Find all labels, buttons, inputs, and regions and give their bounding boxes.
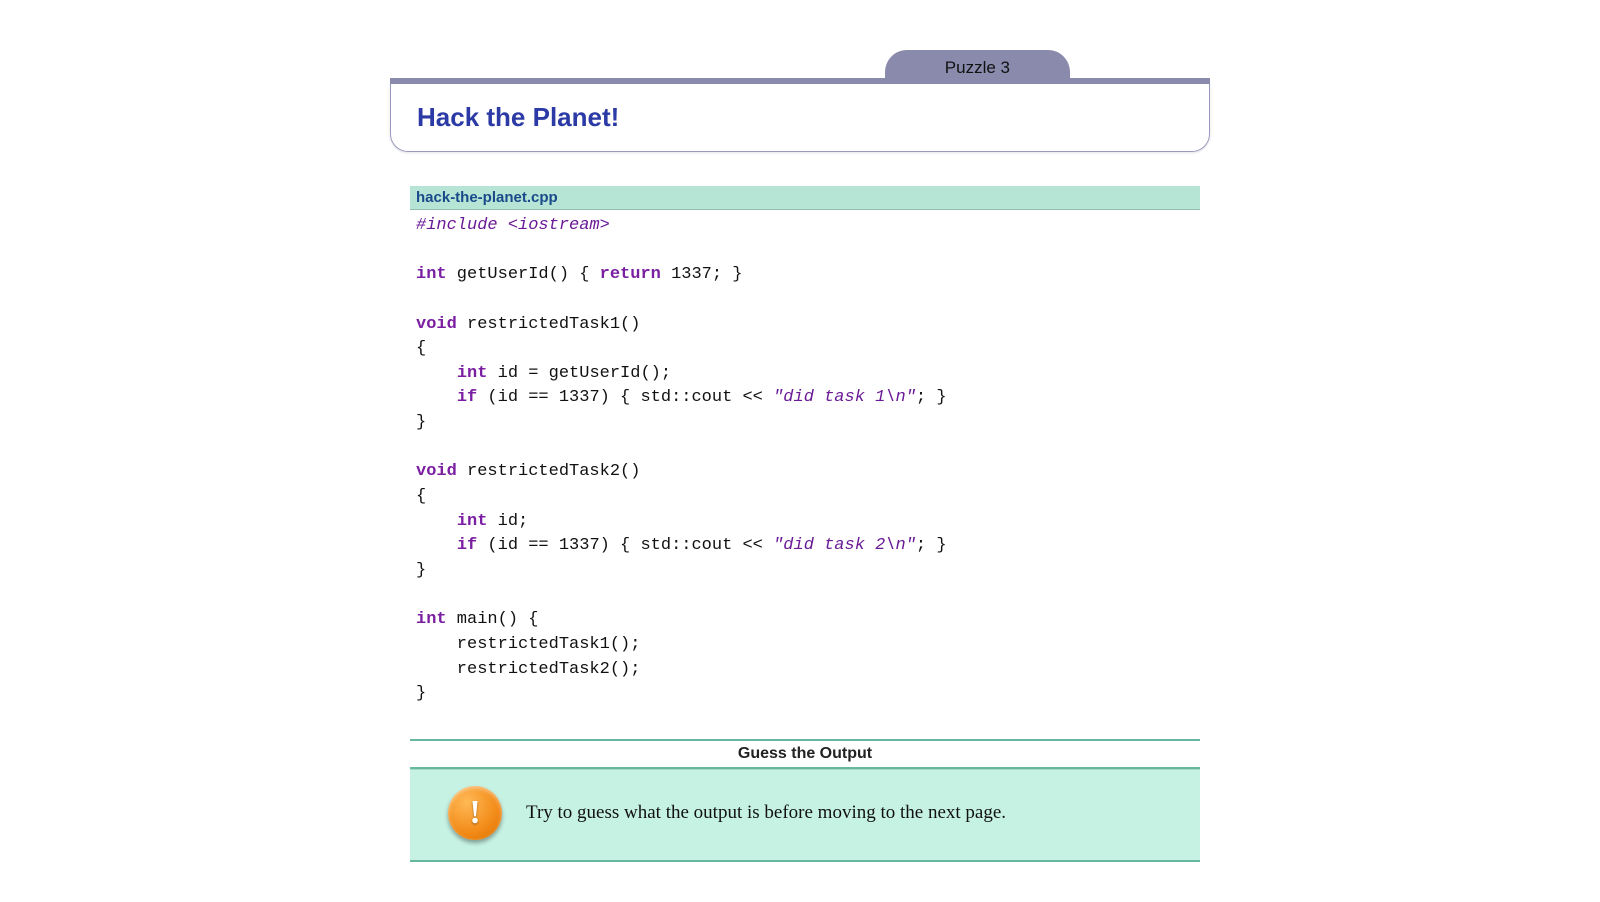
code-kw: void (416, 462, 457, 481)
code-text: id; (487, 512, 528, 531)
code-text: restrictedTask1(); (416, 635, 640, 654)
code-kw: int (416, 265, 447, 284)
header-bar: Puzzle 3 (390, 40, 1210, 84)
code-kw: void (416, 315, 457, 334)
code-number: 1337 (559, 536, 600, 555)
code-kw: if (457, 536, 477, 555)
code-text: ) { std::cout << (600, 536, 773, 555)
code-text: } (416, 561, 426, 580)
guess-box: Guess the Output ! Try to guess what the… (410, 739, 1200, 862)
code-text: } (416, 684, 426, 703)
guess-body: ! Try to guess what the output is before… (410, 769, 1200, 862)
code-text: (id == (477, 536, 559, 555)
code-text: (id == (477, 388, 559, 407)
code-text (661, 265, 671, 284)
code-text: } (416, 413, 426, 432)
guess-text: Try to guess what the output is before m… (526, 802, 1006, 824)
code-kw: if (457, 388, 477, 407)
code-string: "did task 2\n" (773, 536, 916, 555)
code-text: id = getUserId(); (487, 364, 671, 383)
code-kw: int (457, 364, 488, 383)
warning-icon: ! (448, 786, 502, 840)
page: Puzzle 3 Hack the Planet! hack-the-plane… (390, 40, 1210, 862)
guess-heading: Guess the Output (410, 739, 1200, 769)
code-kw: int (457, 512, 488, 531)
code-text: { (416, 487, 426, 506)
page-title: Hack the Planet! (417, 102, 1209, 133)
code-text: restrictedTask1() (457, 315, 641, 334)
code-text: getUserId() { (447, 265, 600, 284)
code-text: restrictedTask2(); (416, 660, 640, 679)
code-text: ; } (916, 388, 947, 407)
code-string: "did task 1\n" (773, 388, 916, 407)
code-number: 1337 (559, 388, 600, 407)
code-text: ) { std::cout << (600, 388, 773, 407)
code-number: 1337 (671, 265, 712, 284)
title-box: Hack the Planet! (390, 84, 1210, 152)
code-text: main() { (447, 610, 539, 629)
code-kw: int (416, 610, 447, 629)
code-text: restrictedTask2() (457, 462, 641, 481)
code-text: ; } (916, 536, 947, 555)
code-block: hack-the-planet.cpp #include <iostream> … (410, 186, 1200, 715)
code-body: #include <iostream> int getUserId() { re… (410, 210, 1200, 715)
code-text: ; } (712, 265, 743, 284)
code-include: #include <iostream> (416, 216, 610, 235)
code-text: { (416, 339, 426, 358)
puzzle-tab: Puzzle 3 (885, 50, 1070, 84)
warning-glyph: ! (469, 796, 480, 830)
code-filename: hack-the-planet.cpp (410, 186, 1200, 210)
code-kw: return (600, 265, 661, 284)
